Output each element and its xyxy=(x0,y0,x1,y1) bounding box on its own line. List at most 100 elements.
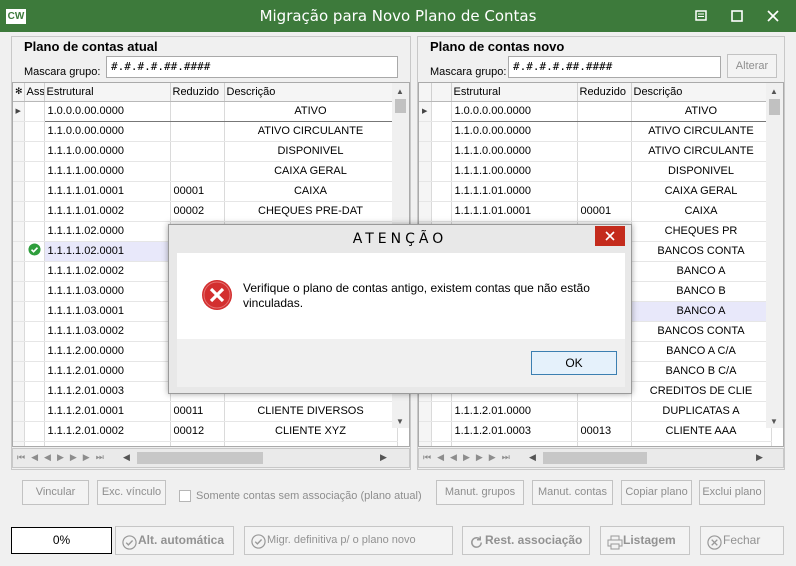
copiar-plano-button[interactable]: Copiar plano xyxy=(621,480,692,505)
menu-button[interactable] xyxy=(684,0,718,32)
association-cell xyxy=(431,441,452,446)
table-row[interactable]: 1.1.1.2.01.0002 00012 CLIENTE XYZ xyxy=(13,421,398,442)
alter-button[interactable]: Alterar xyxy=(727,54,777,78)
hscroll-left-icon[interactable]: ◀ xyxy=(123,452,130,463)
scroll-down-icon[interactable]: ▼ xyxy=(770,417,778,426)
scroll-thumb[interactable] xyxy=(395,99,406,113)
table-row[interactable]: 1.1.1.2.01.000100011CLIENTE DIV xyxy=(419,441,772,446)
table-row[interactable]: 1.1.1.2.01.0000 DUPLICATAS A xyxy=(419,401,772,422)
nav-arrows-icon[interactable]: ⏮◀◀▶▶▶⏭ xyxy=(17,452,110,463)
scroll-up-icon[interactable]: ▲ xyxy=(396,87,404,96)
descricao-cell: BANCO A xyxy=(631,301,772,322)
estrutural-cell: 1.1.1.0.00.0000 xyxy=(44,141,171,162)
estrutural-cell: 1.0.0.0.00.0000 xyxy=(451,100,578,122)
scroll-thumb[interactable] xyxy=(769,99,780,115)
manut-contas-button[interactable]: Manut. contas xyxy=(532,480,613,505)
descricao-cell: ATIVO CIRCULANTE xyxy=(224,121,398,142)
table-row[interactable]: 1.1.1.2.02.0000 (-) DUPLICATAS DESC xyxy=(13,441,398,446)
alt-automatica-button[interactable]: Alt. automática xyxy=(115,526,234,555)
table-row[interactable]: 1.1.1.1.01.0001 00001 CAIXA xyxy=(13,181,398,202)
association-cell xyxy=(24,401,45,422)
hscroll-left-icon[interactable]: ◀ xyxy=(529,452,536,463)
table-row[interactable]: ▶ 1.0.0.0.00.0000 ATIVO xyxy=(13,100,398,122)
row-indicator xyxy=(419,441,432,446)
rest-associacao-button[interactable]: Rest. associação xyxy=(462,526,590,555)
col-descricao[interactable]: Descrição xyxy=(631,83,772,102)
col-marker: ✻ xyxy=(13,83,25,102)
reduzido-cell: 00002 xyxy=(170,201,225,222)
table-row[interactable]: ▶ 1.0.0.0.00.0000 ATIVO xyxy=(419,100,772,122)
col-reduzido[interactable]: Reduzido xyxy=(577,83,632,102)
exclui-plano-button[interactable]: Exclui plano xyxy=(699,480,765,505)
new-mask-input[interactable]: #.#.#.#.##.#### xyxy=(508,56,721,78)
new-grid-navbar[interactable]: ⏮◀◀▶▶▶⏭ ◀ ▶ xyxy=(418,448,784,468)
table-row[interactable]: 1.1.1.2.01.0003 00013 CLIENTE AAA xyxy=(419,421,772,442)
table-row[interactable]: 1.1.1.1.01.0001 00001 CAIXA xyxy=(419,201,772,222)
refresh-icon xyxy=(469,533,484,560)
dialog-close-button[interactable] xyxy=(595,226,625,246)
close-button[interactable] xyxy=(756,0,790,32)
estrutural-cell: 1.1.1.2.02.0000 xyxy=(44,441,171,446)
estrutural-cell: 1.0.0.0.00.0000 xyxy=(44,100,171,122)
exc-vinculo-button[interactable]: Exc. vínculo xyxy=(97,480,166,505)
table-row[interactable]: 1.1.1.1.01.0000 CAIXA GERAL xyxy=(419,181,772,202)
fechar-label: Fechar xyxy=(723,533,761,547)
new-mask-label: Mascara grupo: xyxy=(430,66,507,78)
migr-definitiva-button[interactable]: Migr. definitiva p/ o plano novo xyxy=(244,526,453,555)
vincular-button[interactable]: Vincular xyxy=(22,480,89,505)
col-marker xyxy=(419,83,432,102)
col-estrutural[interactable]: Estrutural xyxy=(451,83,578,102)
current-grid-navbar[interactable]: ⏮◀◀▶▶▶⏭ ◀ ▶ xyxy=(12,448,410,468)
table-row[interactable]: 1.1.1.1.01.0002 00002 CHEQUES PRE-DAT xyxy=(13,201,398,222)
hscroll-thumb[interactable] xyxy=(543,452,647,464)
maximize-button[interactable] xyxy=(720,0,754,32)
table-row[interactable]: 1.1.1.0.00.0000 DISPONIVEL xyxy=(13,141,398,162)
scroll-down-icon[interactable]: ▼ xyxy=(396,417,404,426)
current-mask-input[interactable]: #.#.#.#.##.#### xyxy=(106,56,398,78)
descricao-cell: BANCOS CONTA xyxy=(631,321,772,342)
association-cell xyxy=(24,441,45,446)
row-indicator xyxy=(419,121,432,142)
ok-button[interactable]: OK xyxy=(531,351,617,375)
reduzido-cell xyxy=(170,141,225,162)
check-icon xyxy=(27,243,41,256)
cancel-icon xyxy=(707,533,722,560)
reduzido-cell xyxy=(577,141,632,162)
fechar-button[interactable]: Fechar xyxy=(700,526,784,555)
table-row[interactable]: 1.1.0.0.00.0000 ATIVO CIRCULANTE xyxy=(419,121,772,142)
row-indicator: ▶ xyxy=(419,101,432,122)
table-row[interactable]: 1.1.1.1.00.0000 DISPONIVEL xyxy=(419,161,772,182)
col-estrutural[interactable]: Estrutural xyxy=(44,83,171,102)
table-row[interactable]: 1.1.0.0.00.0000 ATIVO CIRCULANTE xyxy=(13,121,398,142)
descricao-cell: BANCO A C/A xyxy=(631,341,772,362)
table-row[interactable]: 1.1.1.0.00.0000 ATIVO CIRCULANTE xyxy=(419,141,772,162)
table-row[interactable]: 1.1.1.2.01.0001 00011 CLIENTE DIVERSOS xyxy=(13,401,398,422)
col-reduzido[interactable]: Reduzido xyxy=(170,83,225,102)
new-grid-vscroll[interactable]: ▲ ▼ xyxy=(766,83,783,428)
association-cell xyxy=(431,181,452,202)
listagem-button[interactable]: Listagem xyxy=(600,526,690,555)
row-indicator xyxy=(13,141,25,162)
manut-grupos-button[interactable]: Manut. grupos xyxy=(436,480,524,505)
col-descricao[interactable]: Descrição xyxy=(224,83,398,102)
somente-checkbox[interactable] xyxy=(179,490,191,502)
scroll-up-icon[interactable]: ▲ xyxy=(770,87,778,96)
nav-arrows-icon[interactable]: ⏮◀◀▶▶▶⏭ xyxy=(423,452,516,463)
descricao-cell: ATIVO xyxy=(631,100,772,122)
table-row[interactable]: 1.1.1.1.00.0000 CAIXA GERAL xyxy=(13,161,398,182)
descricao-cell: CAIXA GERAL xyxy=(224,161,398,182)
estrutural-cell: 1.1.1.2.01.0000 xyxy=(451,401,578,422)
dialog-footer: OK xyxy=(177,339,625,387)
association-cell xyxy=(431,161,452,182)
hscroll-thumb[interactable] xyxy=(137,452,263,464)
descricao-cell: CLIENTE XYZ xyxy=(224,421,398,442)
association-cell xyxy=(24,201,45,222)
listagem-label: Listagem xyxy=(623,533,676,547)
descricao-cell: BANCO A xyxy=(631,261,772,282)
col-ass[interactable]: Ass xyxy=(24,83,45,102)
hscroll-right-icon[interactable]: ▶ xyxy=(756,452,763,463)
association-cell xyxy=(431,141,452,162)
hscroll-right-icon[interactable]: ▶ xyxy=(380,452,387,463)
association-cell xyxy=(24,141,45,162)
close-icon xyxy=(767,10,779,22)
